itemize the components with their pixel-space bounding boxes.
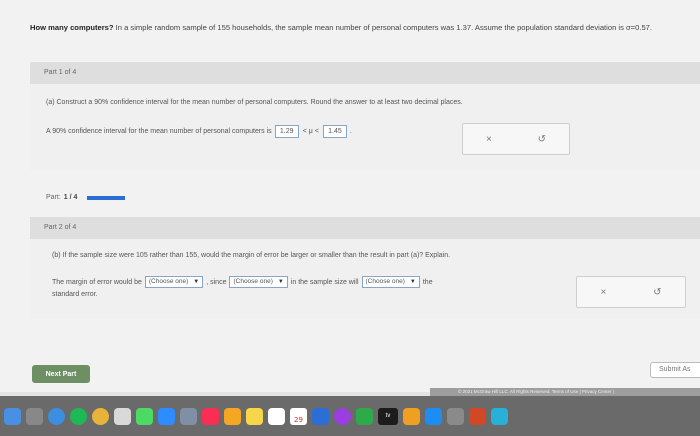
appstore-icon[interactable] xyxy=(425,407,442,425)
reminders-icon[interactable] xyxy=(268,407,285,425)
numbers-icon[interactable] xyxy=(356,407,373,425)
finder-icon[interactable] xyxy=(4,407,21,425)
less-than-sign: < xyxy=(314,128,319,135)
question-lead: How many computers? xyxy=(30,23,114,32)
question-text: How many computers? In a simple random s… xyxy=(30,22,690,33)
safari-icon[interactable] xyxy=(48,407,65,425)
lower-bound-input[interactable]: 1.29 xyxy=(274,125,299,138)
period: . xyxy=(349,128,352,135)
part2-question: (b) If the sample size were 105 rather t… xyxy=(52,252,451,259)
dock: 29 tv xyxy=(0,396,700,436)
messages-icon[interactable] xyxy=(136,407,153,425)
chevron-down-icon: ▼ xyxy=(409,279,416,285)
spotify-icon[interactable] xyxy=(70,407,87,425)
apple-tv-icon[interactable]: tv xyxy=(378,407,398,425)
part1-header: Part 1 of 4 xyxy=(30,62,700,84)
question-body: In a simple random sample of 155 househo… xyxy=(113,23,653,32)
chrome-icon[interactable] xyxy=(92,407,109,425)
undo-icon[interactable]: ↺ xyxy=(538,134,546,145)
mu-symbol: μ xyxy=(308,128,313,135)
zoom-icon[interactable] xyxy=(158,407,175,425)
part1-answer-line: A 90% confidence interval for the mean n… xyxy=(46,125,352,138)
music-icon[interactable] xyxy=(202,407,219,425)
keynote-icon[interactable] xyxy=(312,407,329,425)
next-part-button[interactable]: Next Part xyxy=(32,365,90,383)
podcasts-icon[interactable] xyxy=(334,407,351,425)
part2-sentence-c: in the sample size will xyxy=(290,278,359,286)
less-than-sign: < xyxy=(302,128,307,135)
effect-select-value: (Choose one) xyxy=(365,278,405,285)
chevron-down-icon: ▼ xyxy=(193,279,200,285)
calendar-icon[interactable]: 29 xyxy=(290,407,307,425)
margin-select-value: (Choose one) xyxy=(148,278,189,285)
footer-links: © 2021 McGraw Hill LLC. All Rights Reser… xyxy=(430,388,700,396)
part2-sentence-d: the xyxy=(422,278,433,286)
progress-label: Part: xyxy=(46,194,61,201)
preview-icon[interactable] xyxy=(180,407,197,425)
part2-answer-line: The margin of error would be (Choose one… xyxy=(52,276,433,288)
part2-header: Part 2 of 4 xyxy=(30,217,700,239)
powerpoint-icon[interactable] xyxy=(469,407,486,425)
system-prefs-icon[interactable] xyxy=(447,407,464,425)
photos-app-icon[interactable] xyxy=(224,407,241,425)
clear-icon[interactable]: × xyxy=(486,134,492,145)
photos-icon[interactable] xyxy=(114,407,131,425)
submit-button[interactable]: Submit As xyxy=(650,362,700,378)
effect-select[interactable]: (Choose one) ▼ xyxy=(361,276,420,288)
change-select[interactable]: (Choose one) ▼ xyxy=(229,276,288,288)
progress-value: 1 / 4 xyxy=(63,194,78,201)
pages-icon[interactable] xyxy=(403,407,420,425)
change-select-value: (Choose one) xyxy=(233,278,273,285)
progress-indicator: Part: 1 / 4 xyxy=(46,194,126,201)
upper-bound-input[interactable]: 1.45 xyxy=(322,125,347,138)
undo-icon[interactable]: ↺ xyxy=(653,287,661,298)
part2-sentence-a: The margin of error would be xyxy=(52,278,142,286)
page: How many computers? In a simple random s… xyxy=(0,0,700,396)
chevron-down-icon: ▼ xyxy=(277,279,284,285)
part2-sentence-e: standard error. xyxy=(52,291,98,298)
part1-question: (a) Construct a 90% confidence interval … xyxy=(46,99,463,106)
part1-tools: × ↺ xyxy=(462,123,570,155)
margin-select[interactable]: (Choose one) ▼ xyxy=(144,276,204,288)
progress-bar xyxy=(87,195,126,200)
notes-icon[interactable] xyxy=(246,407,263,425)
part2-sentence-b: , since xyxy=(206,278,227,286)
part2-tools: × ↺ xyxy=(576,276,686,308)
part1-answer-prefix: A 90% confidence interval for the mean n… xyxy=(46,128,272,135)
launchpad-icon[interactable] xyxy=(26,407,43,425)
clear-icon[interactable]: × xyxy=(600,287,606,298)
edge-icon[interactable] xyxy=(491,407,508,425)
